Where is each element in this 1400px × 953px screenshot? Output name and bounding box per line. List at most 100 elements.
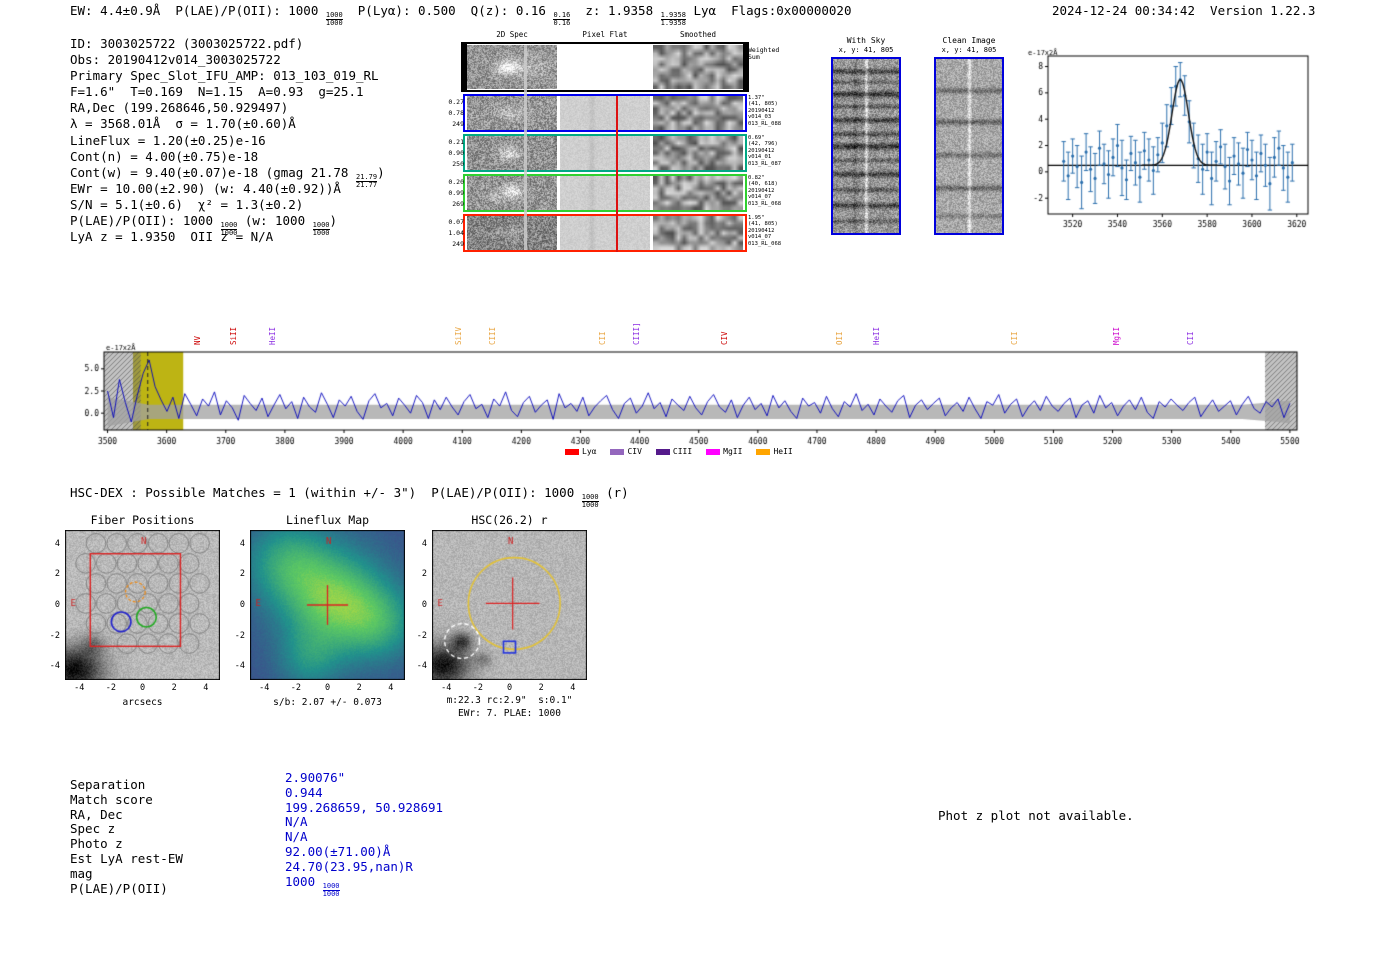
ann-line: 013_RL_068 <box>748 200 782 207</box>
spec2d-column-title: Pixel Flat <box>582 30 628 39</box>
x-tick-label: 4 <box>203 683 209 693</box>
ann-line: (41, 805) <box>748 221 778 228</box>
spec2d-cell-canvas <box>560 45 650 89</box>
table-row: mag 24.70(23.95,nan)R <box>70 859 630 881</box>
y-tick-label: 0 <box>421 600 427 610</box>
table-row-value: 1000 1000 1000 <box>285 874 340 899</box>
legend-label: HeII <box>773 447 793 456</box>
hsc-cutout-xlabel: m:22.3 rc:2.9" s:0.1" <box>446 695 573 706</box>
x-tick-label: 0 <box>506 683 513 693</box>
info-line: λ = 3568.01Å σ = 1.70(±0.60)Å <box>70 116 385 132</box>
info-line: Cont(n) = 4.00(±0.75)e-18 <box>70 149 385 165</box>
spec2d-row-annotation: 0.69" (42, 796) 20190412 v014_01 013_RL_087 <box>748 135 781 167</box>
x-tick-label: 2 <box>171 683 177 693</box>
info-line: F=1.6" T=0.169 N=1.15 A=0.93 g=25.1 <box>70 84 385 100</box>
ann-line: 013_RL_087 <box>748 160 782 167</box>
x-tick-label: -4 <box>259 683 270 693</box>
text-segment: S/N = 5.1(±0.6) χ² = 1.3(±0.2) <box>70 196 304 212</box>
stacked-fraction: 1.9358 1.9358 <box>660 11 686 28</box>
legend-label: MgII <box>723 447 743 456</box>
x-tick-label: 2 <box>356 683 362 693</box>
emission-line-label: SiIV <box>453 326 463 345</box>
x-tick-label: -4 <box>74 683 85 693</box>
emission-line-label: SiII <box>228 326 238 345</box>
text-segment: ID: 3003025722 (3003025722.pdf) <box>70 36 304 51</box>
clean-image-coords: x, y: 41, 805 <box>941 46 997 54</box>
text-segment: (w: 1000 <box>237 213 313 229</box>
text-segment: F=1.6" T=0.169 N=1.15 A=0.93 g=25.1 <box>70 84 364 100</box>
x-tick-label: 4 <box>388 683 394 693</box>
scale-line: 0.21 <box>448 138 464 146</box>
spec2d-cell-canvas <box>467 45 557 89</box>
clean-image-title: Clean Image <box>942 36 996 45</box>
y-tick-label: 4 <box>421 538 427 549</box>
info-line: LineFlux = 1.20(±0.25)e-16 <box>70 133 385 149</box>
text-segment: ) <box>329 213 338 229</box>
fraction-top: 0.16 <box>553 11 571 19</box>
x-tick-label: 0 <box>139 683 146 693</box>
table-row: Photo z N/A <box>70 829 630 851</box>
text-segment: 2.90076" <box>285 770 346 785</box>
text-segment: P(LAE)/P(OII): 1000 <box>70 213 221 229</box>
with-sky-image <box>833 59 899 233</box>
table-row-value: 24.70(23.95,nan)R <box>285 859 413 874</box>
emission-line-label: CII <box>1009 331 1019 345</box>
spec2d-row-scales: 0.07 1.04 249 <box>428 217 464 250</box>
hsc-cutout-image <box>432 530 587 680</box>
info-line: S/N = 5.1(±0.6) χ² = 1.3(±0.2) <box>70 197 385 213</box>
y-tick-label: 0 <box>239 600 245 610</box>
stacked-fraction: 1000 1000 <box>325 11 343 28</box>
text-segment: EW: 4.4±0.9Å P(LAE)/P(OII): 1000 <box>70 3 326 18</box>
emission-line-label: OII <box>835 331 845 345</box>
line-fit-plot <box>1026 46 1318 238</box>
text-segment: N/A <box>285 829 308 845</box>
scale-line: 269 <box>452 200 464 208</box>
match-table: Separation 2.90076" Match score 0.944 RA, De… <box>70 770 630 900</box>
legend-swatch <box>610 448 625 455</box>
y-tick-label: 0 <box>54 600 60 610</box>
lineflux-map-xlabel: s/b: 2.07 +/- 0.073 <box>273 697 382 708</box>
spec2d-row-scales: 0.20 0.99 269 <box>428 177 464 210</box>
fraction-top: 1000 <box>325 11 343 19</box>
clean-image <box>936 59 1002 233</box>
text-segment: RA,Dec (199.268646,50.929497) <box>70 100 289 116</box>
fiber-positions-image <box>65 530 220 680</box>
table-row: Match score 0.944 <box>70 785 630 807</box>
x-tick-label: -4 <box>441 683 452 693</box>
photz-note: Phot z plot not available. <box>938 808 1134 823</box>
hsc-cutout-title: HSC(26.2) r <box>471 513 548 527</box>
stacked-fraction: 0.16 0.16 <box>553 11 571 28</box>
table-row-value: 199.268659, 50.928691 <box>285 800 443 815</box>
scale-line: 0.07 <box>448 218 464 226</box>
text-segment: P(Lyα): 0.500 Q(z): 0.16 <box>342 3 554 18</box>
scale-line: 0.20 <box>448 178 464 186</box>
full-spectrum-plot <box>60 342 1340 462</box>
emission-line-label: CIV <box>720 331 730 345</box>
stacked-fraction: 21.79 21.77 <box>355 173 378 190</box>
y-tick-label: -2 <box>49 630 60 641</box>
fraction-bottom: 1000 <box>312 229 330 238</box>
spec2d-row-scales: 0.21 0.90 250 <box>428 137 464 170</box>
scale-line: 0.78 <box>448 109 464 117</box>
detection-info-block: ID: 3003025722 (3003025722.pdf) Obs: 2019… <box>70 36 385 245</box>
text-segment: Lyα Flags:0x00000020 <box>685 3 852 18</box>
legend-item: CIV <box>610 447 642 456</box>
y-tick-label: 2 <box>54 569 60 580</box>
legend-item: Lyα <box>565 447 596 456</box>
text-segment: Cont(w) = 9.40(±0.07)e-18 (gmag 21.78 <box>70 164 356 180</box>
lineflux-map-title: Lineflux Map <box>285 513 370 527</box>
fraction-bottom: 1000 <box>322 889 340 898</box>
legend-label: Lyα <box>582 447 597 456</box>
y-tick-label: 4 <box>54 538 60 549</box>
emission-line-label: HeII <box>872 326 882 345</box>
spec2d-row-frame <box>463 94 747 132</box>
scale-line: 249 <box>452 240 464 248</box>
text-segment: 199.268659, 50.928691 <box>285 799 444 815</box>
scale-line: 0.90 <box>448 149 464 157</box>
table-row-value: N/A <box>285 814 308 829</box>
info-line: Obs: 20190412v014_3003025722 <box>70 52 385 68</box>
info-line: LyA z = 1.9350 OII z = N/A <box>70 229 385 245</box>
x-tick-label: 0 <box>324 683 331 693</box>
table-row: Spec z N/A <box>70 814 630 836</box>
emission-line-label: CIII <box>488 326 498 345</box>
